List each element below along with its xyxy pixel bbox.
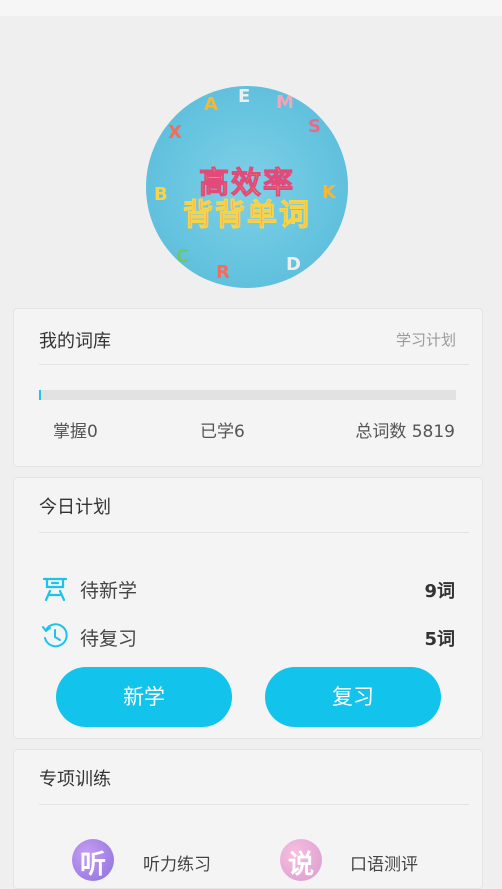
my-vocabulary-title: 我的词库 — [39, 331, 111, 352]
total-words-count: 总词数 5819 — [355, 422, 455, 442]
letter-decoration: M — [276, 92, 294, 113]
letter-decoration: A — [204, 94, 218, 115]
review-button[interactable]: 复习 — [265, 667, 441, 727]
new-words-label: 待新学 — [80, 580, 138, 602]
speaking-icon[interactable]: 说 — [280, 839, 322, 881]
special-training-title: 专项训练 — [39, 769, 111, 790]
new-words-count: 9词 — [424, 581, 455, 602]
progress-fill — [39, 390, 41, 400]
learn-new-button[interactable]: 新学 — [56, 667, 232, 727]
review-words-count: 5词 — [424, 629, 455, 650]
special-training-card: 专项训练 听 听力练习 说 口语测评 — [13, 749, 483, 889]
today-plan-title: 今日计划 — [39, 497, 111, 518]
review-clock-icon — [42, 623, 68, 648]
mastered-count: 掌握0 — [53, 422, 98, 442]
status-bar — [0, 0, 502, 16]
review-words-label: 待复习 — [80, 628, 138, 650]
letter-decoration: D — [286, 254, 301, 275]
divider — [39, 804, 469, 805]
listening-icon[interactable]: 听 — [72, 839, 114, 881]
letter-decoration: E — [238, 86, 251, 107]
study-plan-link[interactable]: 学习计划 — [396, 329, 456, 350]
letter-decoration: X — [168, 122, 182, 143]
letter-decoration: R — [216, 262, 230, 283]
today-plan-card: 今日计划 待新学 9词 待复习 5词 新学 复习 — [13, 477, 483, 739]
banner-image: A E M S X B K C R D 高效率 背背单词 — [146, 86, 348, 288]
divider — [39, 532, 469, 533]
learning-progress-bar — [39, 390, 456, 400]
my-vocabulary-card: 我的词库 学习计划 掌握0 已学6 总词数 5819 — [13, 308, 483, 467]
divider — [39, 364, 469, 365]
letter-decoration: S — [308, 116, 321, 137]
listening-practice-label[interactable]: 听力练习 — [143, 850, 211, 875]
new-words-icon — [42, 577, 68, 602]
banner-title-line2: 背背单词 — [183, 198, 311, 234]
learned-count: 已学6 — [200, 422, 245, 442]
speaking-icon-glyph: 说 — [287, 850, 314, 880]
listening-icon-glyph: 听 — [79, 850, 106, 880]
letter-decoration: C — [176, 246, 190, 267]
speaking-assessment-label[interactable]: 口语测评 — [350, 850, 418, 875]
